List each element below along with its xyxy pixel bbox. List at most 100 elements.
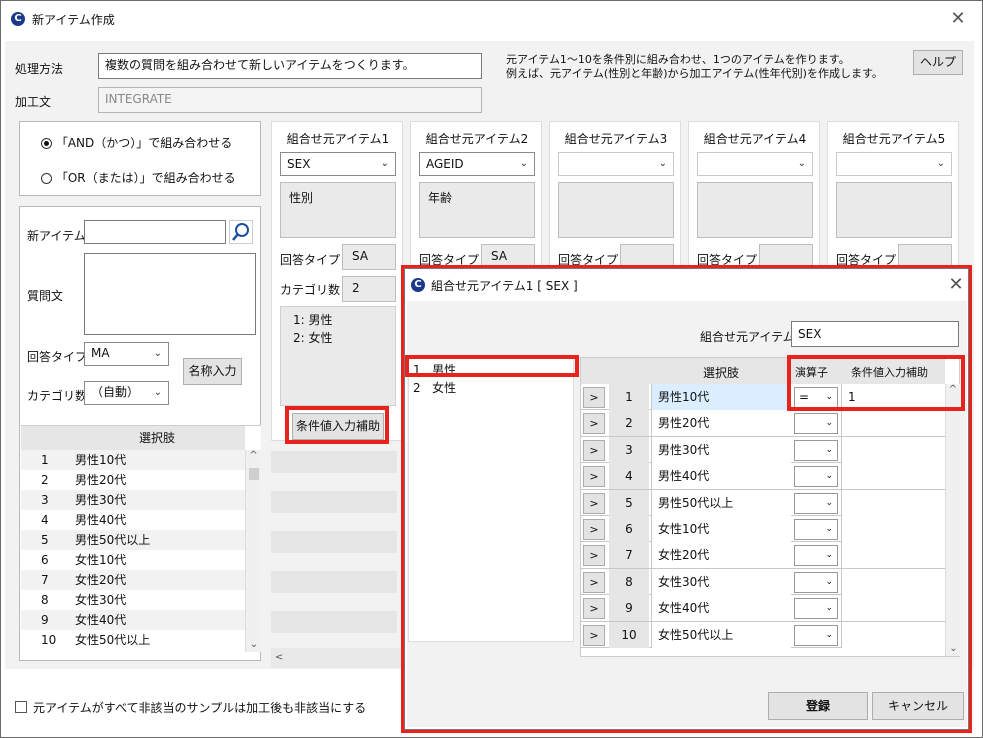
source-item-select[interactable]: ⌄ bbox=[697, 152, 813, 176]
app-logo-icon: C bbox=[11, 12, 25, 26]
question-label: 質問文 bbox=[27, 289, 64, 303]
choices-header: 選択肢 bbox=[21, 426, 245, 450]
choice-no: 7 bbox=[41, 573, 49, 587]
chevron-down-icon: ⌄ bbox=[519, 158, 528, 169]
exclude-checkbox[interactable] bbox=[15, 701, 27, 713]
source-item-value: SEX bbox=[287, 157, 311, 171]
choice-row[interactable]: 5 男性50代以上 bbox=[21, 530, 245, 550]
exclude-checkbox-label: 元アイテムがすべて非該当のサンプルは加工後も非該当にする bbox=[33, 701, 367, 715]
choice-row[interactable]: 3 男性30代 bbox=[21, 490, 245, 510]
choice-no: 10 bbox=[41, 633, 57, 647]
window-title: 新アイテム作成 bbox=[32, 13, 115, 27]
or-radio[interactable]: 「OR（または）」で組み合わせる bbox=[41, 169, 236, 186]
grid-stripe bbox=[271, 611, 397, 633]
answer-type-field: SA bbox=[342, 244, 396, 270]
grid-stripe bbox=[271, 571, 397, 593]
choice-row[interactable]: 8 女性30代 bbox=[21, 590, 245, 610]
close-icon[interactable]: ✕ bbox=[947, 9, 969, 29]
chevron-down-icon: ⌄ bbox=[380, 158, 389, 169]
chevron-down-icon: ⌄ bbox=[153, 387, 162, 398]
choice-label: 男性40代 bbox=[75, 513, 127, 527]
formula-field[interactable]: INTEGRATE bbox=[98, 87, 482, 113]
formula-label: 加工文 bbox=[15, 95, 52, 109]
choice-label: 男性30代 bbox=[75, 493, 127, 507]
grid-stripe bbox=[271, 491, 397, 513]
source-item-header: 組合せ元アイテム5 bbox=[842, 132, 946, 146]
choice-no: 3 bbox=[41, 493, 49, 507]
choice-label: 女性50代以上 bbox=[75, 633, 151, 647]
question-textarea[interactable] bbox=[84, 253, 256, 335]
source-item-select[interactable]: AGEID ⌄ bbox=[419, 152, 535, 176]
scroll-down-icon[interactable]: ⌄ bbox=[246, 639, 262, 650]
highlight-condition-cells bbox=[787, 355, 965, 411]
description-line-2: 例えば、元アイテム(性別と年齢)から加工アイテム(性年代別)を作成します。 bbox=[506, 67, 883, 80]
source-item-description bbox=[697, 182, 813, 238]
chevron-down-icon: ⌄ bbox=[153, 348, 162, 359]
source-item-header: 組合せ元アイテム4 bbox=[703, 132, 807, 146]
new-item-label: 新アイテム bbox=[27, 229, 86, 243]
choice-no: 2 bbox=[41, 473, 49, 487]
answer-type-select[interactable]: MA ⌄ bbox=[84, 342, 169, 366]
source-item-column: 組合せ元アイテム1 SEX ⌄ 性別 回答タイプ SA カテゴリ数 2 1: 男性 2: 女性 条件… bbox=[271, 121, 403, 441]
source-item-column: 組合せ元アイテム4 ⌄ 回答タイプ bbox=[688, 121, 820, 271]
choice-row[interactable]: 10 女性50代以上 bbox=[21, 630, 245, 650]
source-item-description: 年齢 bbox=[419, 182, 535, 238]
choice-row[interactable]: 9 女性40代 bbox=[21, 610, 245, 630]
choice-no: 6 bbox=[41, 553, 49, 567]
search-icon[interactable] bbox=[229, 220, 253, 244]
scroll-left-icon[interactable]: < bbox=[271, 648, 401, 668]
choice-label: 女性20代 bbox=[75, 573, 127, 587]
source-item-select[interactable]: ⌄ bbox=[558, 152, 674, 176]
highlight-dialog bbox=[401, 265, 972, 733]
method-field[interactable]: 複数の質問を組み合わせて新しいアイテムをつくります。 bbox=[98, 53, 482, 79]
answer-type-label: 回答タイプ bbox=[27, 350, 88, 364]
choice-label: 女性10代 bbox=[75, 553, 127, 567]
name-input-button[interactable]: 名称入力 bbox=[183, 358, 242, 385]
highlight-list-item bbox=[405, 355, 579, 377]
source-item-header: 組合せ元アイテム1 bbox=[286, 132, 390, 146]
and-radio[interactable]: 「AND（かつ）」で組み合わせる bbox=[41, 134, 232, 151]
source-item-select[interactable]: SEX ⌄ bbox=[280, 152, 396, 176]
highlight-assist-button bbox=[285, 406, 389, 444]
choice-no: 1 bbox=[41, 453, 49, 467]
choice-label: 女性30代 bbox=[75, 593, 127, 607]
chevron-down-icon: ⌄ bbox=[936, 158, 945, 169]
category-count-field: 2 bbox=[342, 276, 396, 302]
chevron-down-icon: ⌄ bbox=[797, 158, 806, 169]
radio-icon bbox=[41, 138, 52, 149]
source-item-column: 組合せ元アイテム2 AGEID ⌄ 年齢 回答タイプ SA bbox=[410, 121, 542, 271]
choice-row[interactable]: 7 女性20代 bbox=[21, 570, 245, 590]
or-radio-label: 「OR（または）」で組み合わせる bbox=[55, 171, 236, 185]
choice-label: 男性10代 bbox=[75, 453, 127, 467]
source-item-header: 組合せ元アイテム3 bbox=[564, 132, 668, 146]
source-item-header: 組合せ元アイテム2 bbox=[425, 132, 529, 146]
category-list: 1: 男性 2: 女性 bbox=[280, 306, 396, 406]
choice-row[interactable]: 2 男性20代 bbox=[21, 470, 245, 490]
new-item-input[interactable] bbox=[84, 220, 226, 244]
choice-row[interactable]: 4 男性40代 bbox=[21, 510, 245, 530]
category-count-label: カテゴリ数 bbox=[27, 389, 88, 403]
source-item-description bbox=[558, 182, 674, 238]
answer-type-label: 回答タイプ bbox=[280, 253, 341, 267]
choice-row[interactable]: 6 女性10代 bbox=[21, 550, 245, 570]
choice-no: 9 bbox=[41, 613, 49, 627]
category-count-select[interactable]: （自動） ⌄ bbox=[84, 381, 169, 405]
choice-label: 男性50代以上 bbox=[75, 533, 151, 547]
chevron-down-icon: ⌄ bbox=[658, 158, 667, 169]
category-count-label: カテゴリ数 bbox=[280, 283, 341, 297]
scroll-up-icon[interactable]: ^ bbox=[246, 450, 261, 461]
and-radio-label: 「AND（かつ）」で組み合わせる bbox=[55, 136, 233, 150]
scroll-thumb[interactable] bbox=[249, 468, 259, 480]
grid-stripe bbox=[271, 451, 397, 473]
source-item-column: 組合せ元アイテム3 ⌄ 回答タイプ bbox=[549, 121, 681, 271]
source-item-column: 組合せ元アイテム5 ⌄ 回答タイプ bbox=[827, 121, 959, 271]
choice-no: 4 bbox=[41, 513, 49, 527]
source-item-select[interactable]: ⌄ bbox=[836, 152, 952, 176]
choice-label: 男性20代 bbox=[75, 473, 127, 487]
choice-row[interactable]: 1 男性10代 bbox=[21, 450, 245, 470]
source-item-value: AGEID bbox=[426, 157, 464, 171]
choice-no: 8 bbox=[41, 593, 49, 607]
help-button[interactable]: ヘルプ bbox=[913, 50, 963, 75]
category-count-value: （自動） bbox=[91, 385, 140, 399]
choices-scrollbar[interactable]: ^ ⌄ bbox=[245, 450, 261, 652]
